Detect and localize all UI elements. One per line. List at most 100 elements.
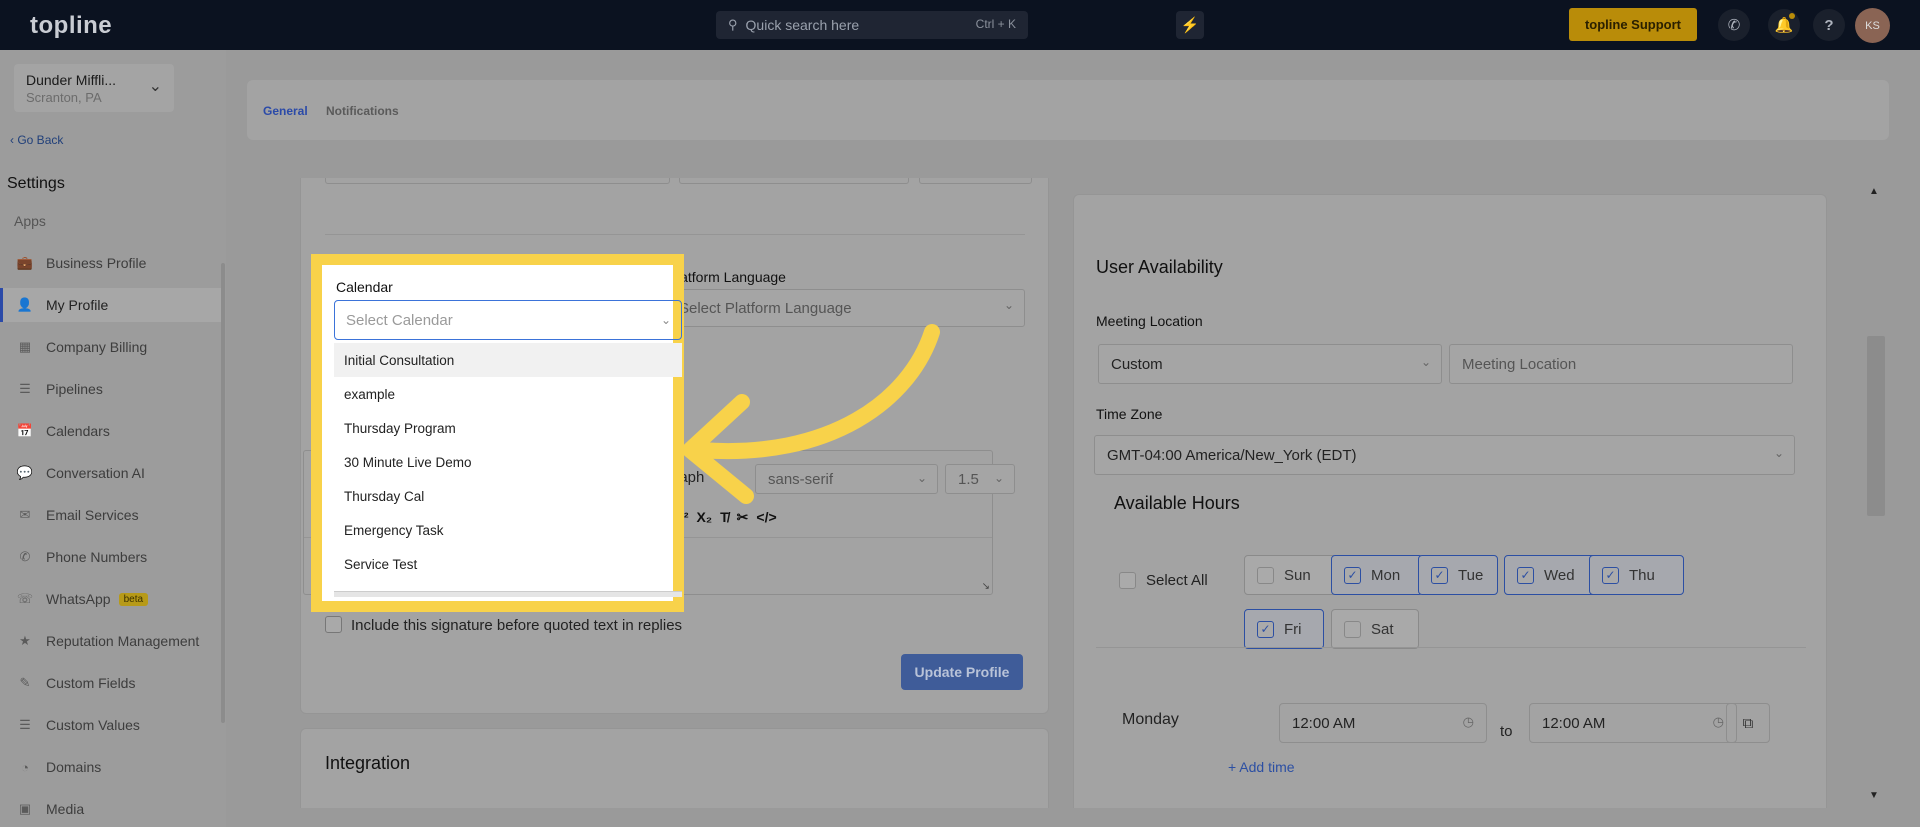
signature-checkbox[interactable] bbox=[325, 616, 342, 633]
start-time-input[interactable]: 12:00 AM ◷ bbox=[1279, 703, 1487, 743]
support-button[interactable]: topline Support bbox=[1569, 8, 1697, 41]
help-icon[interactable]: ? bbox=[1813, 9, 1845, 41]
line-height-select[interactable]: 1.5 ⌄ bbox=[945, 464, 1015, 494]
day-label: Wed bbox=[1544, 566, 1575, 584]
checkbox-icon bbox=[1257, 566, 1274, 584]
calendar-option[interactable]: Emergency Task bbox=[334, 513, 682, 547]
sidebar-item-pipelines[interactable]: ☰ Pipelines bbox=[0, 372, 222, 406]
sidebar-item-domains[interactable]: ◔ Domains bbox=[0, 750, 222, 784]
resize-handle-icon[interactable]: ↘ bbox=[982, 581, 990, 592]
calendar-option[interactable]: 30 Minute Live Demo bbox=[334, 445, 682, 479]
day-toggle-thu[interactable]: ✓ Thu bbox=[1589, 555, 1684, 595]
line-height-value: 1.5 bbox=[958, 470, 979, 488]
sidebar-item-media[interactable]: ▣ Media bbox=[0, 792, 222, 826]
calendar-option[interactable]: Service Test bbox=[334, 547, 682, 581]
sidebar-item-label: Email Services bbox=[46, 507, 139, 523]
main-scrollbar[interactable]: ▲ ▼ bbox=[1859, 178, 1887, 808]
app-logo[interactable]: topline bbox=[30, 12, 112, 40]
calendar-option[interactable]: Thursday Cal bbox=[334, 479, 682, 513]
sidebar-item-phone-numbers[interactable]: ✆ Phone Numbers bbox=[0, 540, 222, 574]
chat-icon: 💬 bbox=[16, 465, 34, 480]
quick-search-input[interactable]: ⚲ Quick search here Ctrl + K bbox=[716, 11, 1028, 39]
copy-times-button[interactable]: ⧉ bbox=[1726, 703, 1770, 743]
checkbox-icon bbox=[1344, 620, 1361, 638]
apps-group-label: Apps bbox=[14, 213, 46, 229]
day-toggle-fri[interactable]: ✓ Fri bbox=[1244, 609, 1324, 649]
day-label: Sat bbox=[1371, 620, 1394, 638]
lightning-icon[interactable]: ⚡ bbox=[1176, 11, 1204, 39]
chevron-down-icon: ⌄ bbox=[1003, 298, 1014, 312]
go-back-label: Go Back bbox=[17, 133, 64, 147]
scroll-down-icon[interactable]: ▼ bbox=[1869, 790, 1879, 801]
sidebar-item-custom-values[interactable]: ☰ Custom Values bbox=[0, 708, 222, 742]
sidebar-item-label: Custom Fields bbox=[46, 675, 136, 691]
day-toggle-tue[interactable]: ✓ Tue bbox=[1418, 555, 1498, 595]
platform-language-label: latform Language bbox=[677, 269, 786, 285]
tab-notifications[interactable]: Notifications bbox=[326, 104, 399, 118]
calendar-option[interactable]: Example Calendar bbox=[334, 581, 682, 592]
meeting-location-input[interactable]: Meeting Location bbox=[1449, 344, 1793, 384]
day-label: Thu bbox=[1629, 566, 1655, 584]
calendar-dropdown-highlight: Calendar Select Calendar ⌄ Initial Consu… bbox=[311, 254, 684, 612]
copy-icon: ⧉ bbox=[1742, 714, 1754, 732]
phone-icon[interactable]: ✆ bbox=[1718, 9, 1750, 41]
grid-icon: ▦ bbox=[18, 339, 32, 354]
notification-bell-icon[interactable]: 🔔 bbox=[1768, 9, 1800, 41]
sidebar-item-custom-fields[interactable]: ✎ Custom Fields bbox=[0, 666, 222, 700]
sidebar-item-business-profile[interactable]: 💼 Business Profile bbox=[0, 246, 222, 280]
tab-general[interactable]: General bbox=[263, 104, 308, 118]
scroll-up-icon[interactable]: ▲ bbox=[1869, 186, 1879, 197]
divider bbox=[325, 234, 1025, 235]
user-availability-card: User Availability Meeting Location Custo… bbox=[1073, 194, 1827, 808]
account-switcher[interactable]: Dunder Miffli... Scranton, PA ⌄ bbox=[14, 64, 174, 112]
sidebar-item-label: Phone Numbers bbox=[46, 549, 148, 565]
calendar-option[interactable]: Thursday Program bbox=[334, 411, 682, 445]
dropdown-scrollbar[interactable] bbox=[334, 591, 682, 597]
settings-tab-bar: General Notifications bbox=[247, 80, 1889, 140]
sidebar-item-company-billing[interactable]: ▦ Company Billing bbox=[0, 330, 222, 364]
chevron-down-icon: ⌄ bbox=[1420, 355, 1431, 369]
scrollbar-thumb[interactable] bbox=[1867, 336, 1885, 516]
calendar-option[interactable]: example bbox=[334, 377, 682, 411]
go-back-link[interactable]: ‹ Go Back bbox=[10, 133, 63, 147]
integration-card: Integration bbox=[300, 728, 1049, 808]
day-label: Fri bbox=[1284, 620, 1302, 638]
clear-format-icon[interactable]: T̸ bbox=[720, 509, 729, 526]
sidebar-item-label: Conversation AI bbox=[46, 465, 145, 481]
day-toggle-mon[interactable]: ✓ Mon bbox=[1331, 555, 1423, 595]
code-icon[interactable]: </> bbox=[756, 509, 776, 526]
search-placeholder: Quick search here bbox=[745, 17, 860, 33]
to-label: to bbox=[1500, 723, 1513, 740]
format-painter-icon[interactable]: ✂ bbox=[737, 509, 749, 526]
day-toggle-wed[interactable]: ✓ Wed bbox=[1504, 555, 1598, 595]
sidebar-item-email-services[interactable]: ✉ Email Services bbox=[0, 498, 222, 532]
select-all-checkbox[interactable] bbox=[1119, 572, 1136, 589]
time-zone-label: Time Zone bbox=[1096, 406, 1163, 422]
calendar-select[interactable]: Select Calendar ⌄ bbox=[334, 300, 682, 340]
day-toggle-sat[interactable]: Sat bbox=[1331, 609, 1419, 649]
add-time-link[interactable]: + Add time bbox=[1228, 759, 1295, 775]
whatsapp-icon: ☏ bbox=[16, 591, 34, 606]
calendar-options-list: Initial Consultation example Thursday Prog… bbox=[334, 343, 682, 591]
sidebar-item-reputation-management[interactable]: ★ Reputation Management bbox=[0, 624, 222, 658]
account-name: Dunder Miffli... bbox=[26, 72, 116, 88]
sidebar-scrollbar[interactable] bbox=[221, 263, 225, 723]
beta-badge: beta bbox=[118, 592, 149, 606]
subscript-icon[interactable]: X₂ bbox=[697, 509, 713, 526]
settings-title: Settings bbox=[7, 175, 65, 192]
sidebar-item-conversation-ai[interactable]: 💬 Conversation AI bbox=[0, 456, 222, 490]
meeting-location-type-select[interactable]: Custom ⌄ bbox=[1098, 344, 1442, 384]
meeting-location-label: Meeting Location bbox=[1096, 313, 1203, 329]
end-time-input[interactable]: 12:00 AM ◷ bbox=[1529, 703, 1737, 743]
field-partial bbox=[679, 178, 909, 184]
meeting-location-type-value: Custom bbox=[1111, 355, 1163, 373]
day-toggle-sun[interactable]: Sun bbox=[1244, 555, 1336, 595]
sidebar-item-whatsapp[interactable]: ☏ WhatsApp beta bbox=[0, 582, 222, 616]
sidebar-item-my-profile[interactable]: 👤 My Profile bbox=[0, 288, 222, 322]
meeting-location-placeholder: Meeting Location bbox=[1462, 355, 1577, 373]
user-avatar[interactable]: KS bbox=[1855, 8, 1890, 43]
calendar-option[interactable]: Initial Consultation bbox=[334, 343, 682, 377]
time-zone-select[interactable]: GMT-04:00 America/New_York (EDT) ⌄ bbox=[1094, 435, 1795, 475]
update-profile-button[interactable]: Update Profile bbox=[901, 654, 1023, 690]
sidebar-item-calendars[interactable]: 📅 Calendars bbox=[0, 414, 222, 448]
